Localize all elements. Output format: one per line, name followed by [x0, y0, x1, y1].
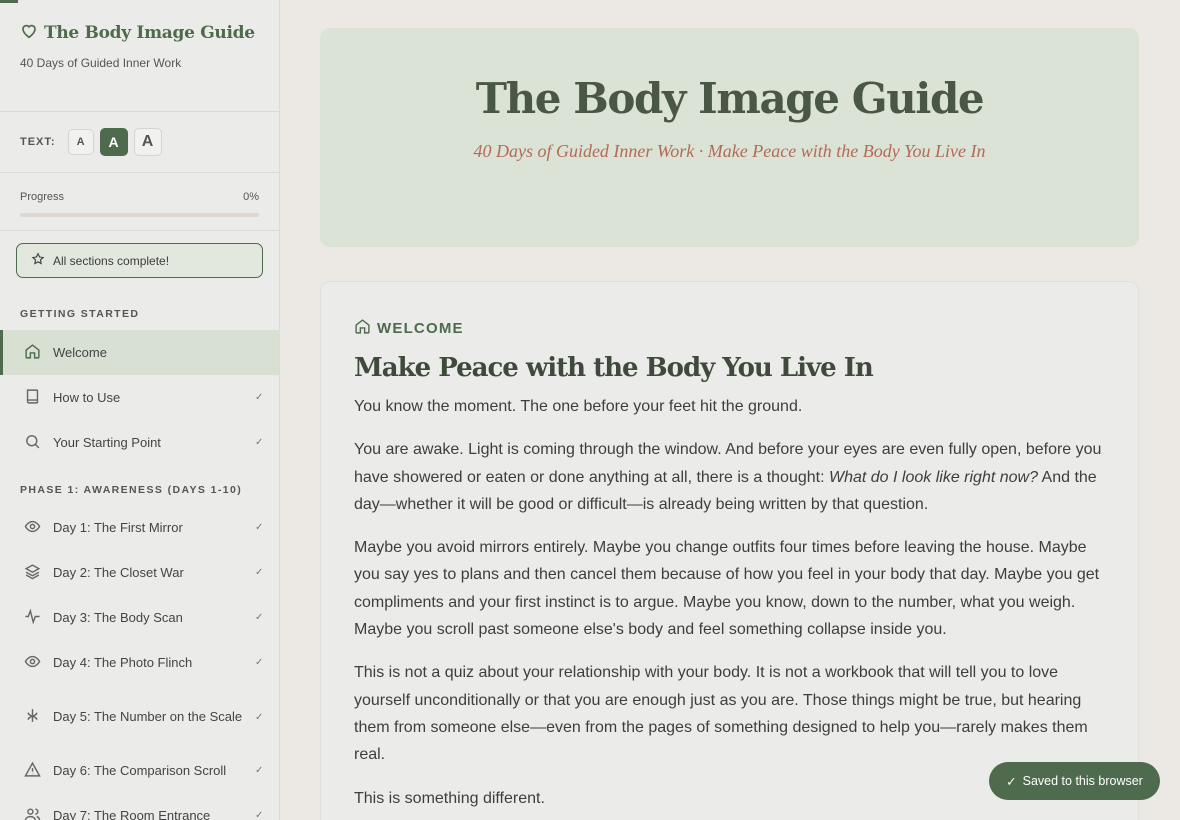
star-icon	[31, 252, 45, 269]
paragraph-2-question: What do I look like right now?	[828, 468, 1038, 486]
people-icon	[24, 806, 41, 820]
home-icon	[354, 318, 371, 339]
progress-value: 0%	[243, 191, 259, 203]
warning-icon	[24, 761, 41, 781]
paragraph-2: You are awake. Light is coming through t…	[354, 441, 1102, 513]
eye-icon	[24, 518, 41, 538]
saved-toast: ✓ Saved to this browser	[989, 762, 1160, 800]
nav-item-label: Welcome	[53, 344, 107, 360]
section-eyebrow: WELCOME	[354, 318, 1105, 339]
check-icon: ✓	[255, 392, 264, 403]
hero-banner: The Body Image Guide 40 Days of Guided I…	[320, 28, 1139, 247]
layers-icon	[24, 563, 41, 583]
toast-label: Saved to this browser	[1022, 774, 1143, 788]
text-size-control: TEXT: A A A	[0, 112, 279, 173]
section-label-getting-started: GETTING STARTED	[20, 308, 140, 320]
nav-item-label: How to Use	[53, 389, 121, 405]
book-icon	[24, 388, 41, 408]
brand: The Body Image Guide 40 Days of Guided I…	[0, 0, 279, 112]
all-complete-badge[interactable]: All sections complete!	[16, 243, 263, 278]
hero-subtitle: 40 Days of Guided Inner Work · Make Peac…	[473, 141, 986, 161]
check-icon: ✓	[255, 522, 264, 533]
brand-title[interactable]: The Body Image Guide	[20, 22, 259, 44]
nav-item-day-4[interactable]: Day 4: The Photo Flinch ✓	[0, 640, 279, 685]
nav-item-label: Day 3: The Body Scan	[53, 609, 183, 625]
text-size-label: TEXT:	[20, 136, 56, 148]
card-title: Make Peace with the Body You Live In	[354, 353, 874, 383]
eye-icon	[24, 653, 41, 673]
nav-item-label: Day 6: The Comparison Scroll	[53, 762, 227, 778]
check-icon: ✓	[255, 612, 264, 623]
nav-item-label: Your Starting Point	[53, 434, 161, 450]
nav-item-welcome[interactable]: Welcome	[0, 330, 279, 375]
check-icon: ✓	[255, 657, 264, 668]
nav-item-label: Day 1: The First Mirror	[53, 519, 183, 535]
pulse-icon	[24, 607, 41, 628]
eyebrow-label: WELCOME	[377, 320, 464, 337]
home-icon	[24, 343, 41, 363]
welcome-card: WELCOME Make Peace with the Body You Liv…	[320, 281, 1139, 820]
top-accent	[0, 0, 18, 3]
section-label-phase-1: PHASE 1: AWARENESS (DAYS 1-10)	[20, 484, 243, 496]
check-icon: ✓	[255, 437, 264, 448]
nav-item-label: Day 4: The Photo Flinch	[53, 654, 193, 670]
all-complete-label: All sections complete!	[53, 253, 170, 268]
nav-item-day-3[interactable]: Day 3: The Body Scan ✓	[0, 595, 279, 640]
check-icon: ✓	[255, 765, 264, 776]
nav-item-starting-point[interactable]: Your Starting Point ✓	[0, 420, 279, 465]
paragraph-1: You know the moment. The one before your…	[354, 398, 803, 415]
brand-title-text: The Body Image Guide	[44, 23, 255, 43]
nav-item-day-6[interactable]: Day 6: The Comparison Scroll ✓	[0, 748, 279, 793]
heart-icon	[20, 22, 38, 44]
progress-label: Progress	[20, 191, 65, 203]
progress-bar	[20, 213, 259, 217]
search-icon	[24, 433, 41, 453]
check-icon: ✓	[1006, 774, 1017, 789]
nav-item-label: Day 5: The Number on the Scale	[53, 709, 243, 724]
text-size-large-button[interactable]: A	[133, 128, 162, 156]
brand-subtitle: 40 Days of Guided Inner Work	[20, 56, 182, 70]
text-size-small-button[interactable]: A	[67, 129, 94, 155]
nav-item-day-2[interactable]: Day 2: The Closet War ✓	[0, 550, 279, 595]
scale-icon	[24, 707, 41, 727]
check-icon: ✓	[255, 567, 264, 578]
nav-item-day-1[interactable]: Day 1: The First Mirror ✓	[0, 505, 279, 550]
text-size-medium-button[interactable]: A	[99, 128, 128, 156]
progress-section: Progress 0%	[0, 173, 279, 231]
nav-item-day-5[interactable]: Day 5: The Number on the Scale ✓	[0, 685, 279, 749]
paragraph-4: This is not a quiz about your relationsh…	[354, 664, 1088, 764]
check-icon: ✓	[255, 810, 264, 820]
check-icon: ✓	[255, 711, 264, 723]
nav-item-label: Day 2: The Closet War	[53, 564, 184, 580]
paragraph-3: Maybe you avoid mirrors entirely. Maybe …	[354, 539, 1100, 639]
nav-item-label: Day 7: The Room Entrance	[53, 807, 211, 820]
nav-item-day-7[interactable]: Day 7: The Room Entrance ✓	[0, 793, 279, 820]
nav-item-how-to-use[interactable]: How to Use ✓	[0, 375, 279, 420]
hero-title: The Body Image Guide	[475, 74, 985, 123]
sidebar: The Body Image Guide 40 Days of Guided I…	[0, 0, 280, 820]
